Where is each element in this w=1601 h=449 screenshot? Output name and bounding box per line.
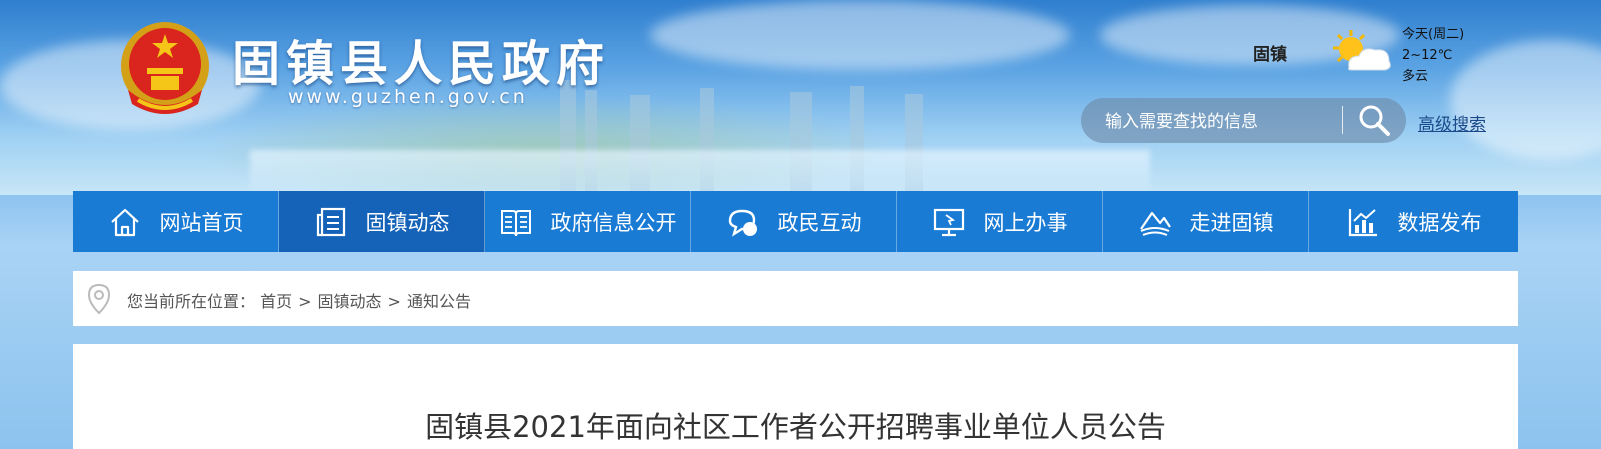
monitor-icon — [933, 208, 964, 236]
site-url: www.guzhen.gov.cn — [288, 86, 528, 108]
breadcrumb-prefix: 您当前所在位置： — [127, 292, 256, 311]
nav-item-label: 走进固镇 — [1189, 210, 1274, 235]
site-title: 固镇县人民政府 — [232, 36, 611, 92]
chart-icon — [1348, 208, 1377, 236]
nav-item-interaction[interactable]: 政民互动 — [691, 191, 897, 252]
search-divider — [1342, 106, 1343, 134]
breadcrumb-home[interactable]: 首页 — [260, 292, 292, 311]
nav-item-label: 网上办事 — [983, 210, 1068, 235]
weather-details: 今天(周二) 2~12℃ 多云 — [1402, 24, 1464, 87]
main-nav: 网站首页 固镇动态 政府信息公开 政民互动 网上办事 走进固镇 数据发布 — [73, 191, 1518, 252]
article-container: 固镇县2021年面向社区工作者公开招聘事业单位人员公告 — [73, 344, 1518, 449]
book-icon — [500, 209, 531, 236]
weather-city: 固镇 — [1253, 45, 1287, 65]
search-input[interactable] — [1103, 98, 1337, 145]
weather-condition: 多云 — [1402, 69, 1429, 84]
nav-item-label: 政府信息公开 — [550, 210, 677, 235]
nav-item-home[interactable]: 网站首页 — [73, 191, 279, 252]
search-icon[interactable] — [1355, 102, 1395, 139]
chat-icon — [728, 209, 757, 237]
breadcrumb-separator: > — [298, 292, 312, 311]
nav-item-label: 固镇动态 — [365, 210, 450, 235]
breadcrumb-news[interactable]: 固镇动态 — [318, 292, 382, 311]
breadcrumb-separator: > — [387, 292, 401, 311]
home-icon — [110, 208, 139, 236]
breadcrumb-notices[interactable]: 通知公告 — [407, 292, 471, 311]
landscape-icon — [1139, 211, 1171, 236]
breadcrumb: 您当前所在位置： 首页 > 固镇动态 > 通知公告 — [73, 271, 1518, 326]
breadcrumb-trail: 您当前所在位置： 首页 > 固镇动态 > 通知公告 — [127, 288, 471, 312]
location-pin-icon — [87, 283, 111, 315]
search-box — [1081, 98, 1406, 145]
nav-item-gov-info[interactable]: 政府信息公开 — [485, 191, 691, 252]
news-icon — [316, 207, 345, 236]
nav-item-label: 数据发布 — [1397, 210, 1482, 235]
nav-item-label: 政民互动 — [777, 210, 862, 235]
article-title: 固镇县2021年面向社区工作者公开招聘事业单位人员公告 — [425, 410, 1166, 444]
nav-item-about[interactable]: 走进固镇 — [1103, 191, 1309, 252]
weather-day: 今天(周二) — [1402, 27, 1465, 42]
national-emblem-icon — [121, 22, 209, 114]
partly-cloudy-icon — [1333, 30, 1391, 71]
nav-item-news[interactable]: 固镇动态 — [279, 191, 485, 252]
nav-item-data[interactable]: 数据发布 — [1309, 191, 1518, 252]
weather-temp: 2~12℃ — [1402, 48, 1453, 63]
nav-item-label: 网站首页 — [159, 210, 244, 235]
nav-item-online-service[interactable]: 网上办事 — [897, 191, 1103, 252]
advanced-search-link[interactable]: 高级搜索 — [1418, 110, 1486, 135]
